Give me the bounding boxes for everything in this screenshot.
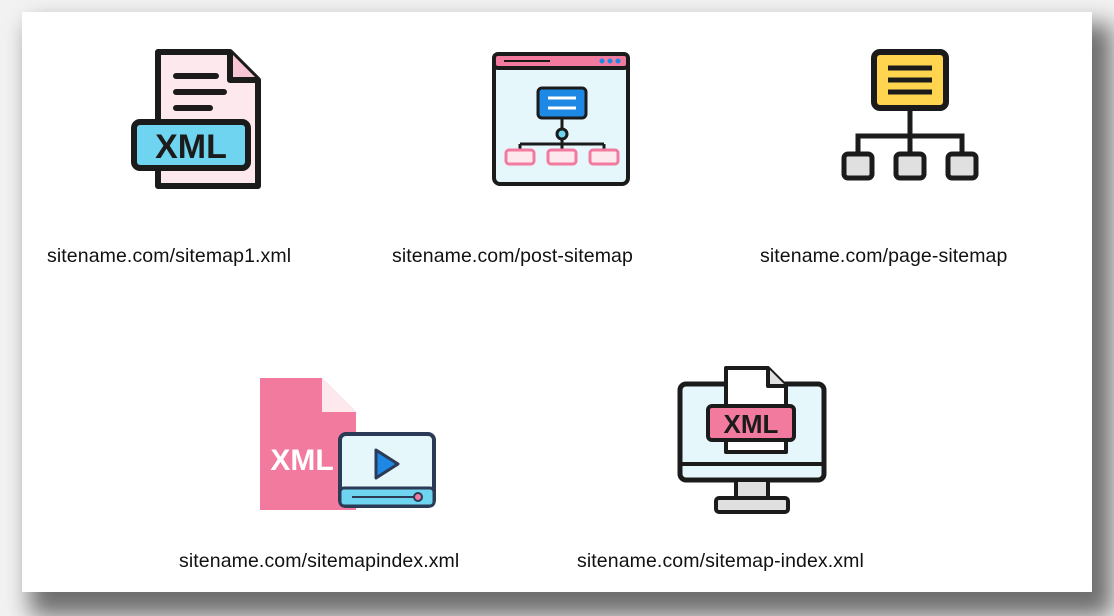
xml-icon-text: XML <box>270 444 333 477</box>
browser-sitemap-icon <box>492 52 630 186</box>
xml-video-file-icon: XML <box>260 378 436 510</box>
sitemap-item-label: sitename.com/sitemap-index.xml <box>577 550 864 572</box>
hierarchy-tree-icon <box>841 49 979 181</box>
sitemap-card-shadow: XML sitename.com/sitemap1.xml sitename.c… <box>22 12 1092 592</box>
sitemap-item-label: sitename.com/sitemap1.xml <box>47 245 292 267</box>
sitemap-item-label: sitename.com/sitemapindex.xml <box>179 550 460 572</box>
xml-icon-text: XML <box>155 128 227 166</box>
sitemap-card: XML sitename.com/sitemap1.xml sitename.c… <box>22 12 1092 592</box>
monitor-xml-icon: XML <box>677 366 827 514</box>
xml-icon-text: XML <box>724 409 779 439</box>
xml-file-icon: XML <box>131 49 261 189</box>
sitemap-item-label: sitename.com/post-sitemap <box>392 245 633 267</box>
sitemap-item-label: sitename.com/page-sitemap <box>760 245 1008 267</box>
